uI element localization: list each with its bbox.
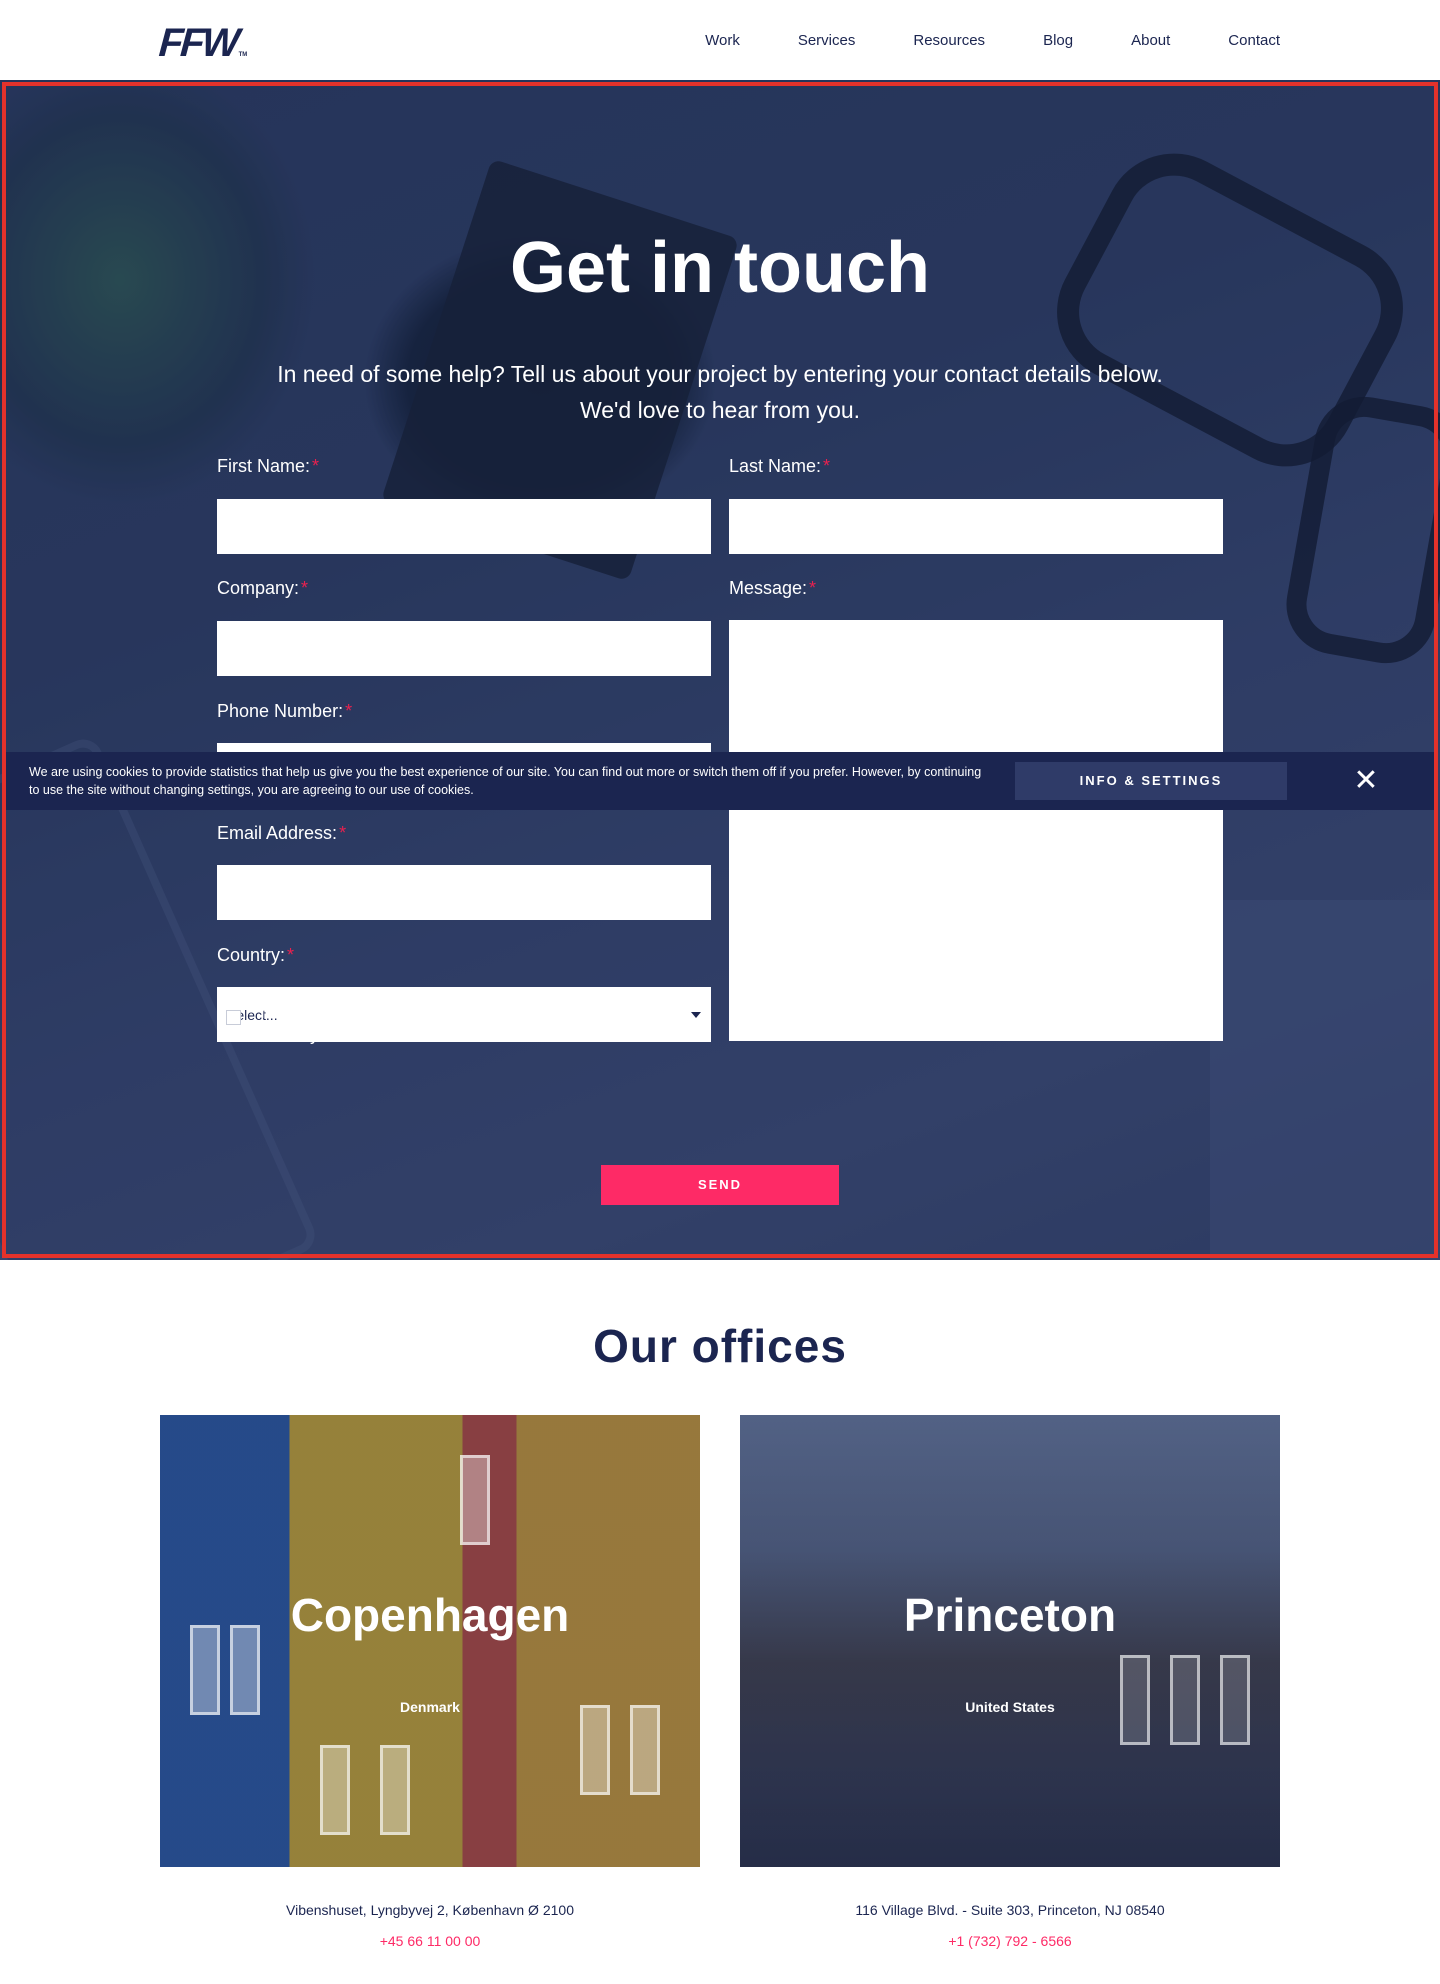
logo-text: FFW (157, 21, 239, 65)
first-name-label: First Name: * (217, 456, 320, 476)
subtitle-line-2: We'd love to hear from you. (579, 397, 861, 423)
office-card-copenhagen[interactable]: Copenhagen Denmark (160, 1415, 700, 1867)
nav-about-link[interactable]: About (1131, 31, 1170, 51)
office-phone[interactable]: +45 66 11 00 00 (160, 1932, 700, 1950)
main-nav: Work Services Resources Blog About Conta… (647, 31, 1280, 51)
subtitle-line-1: In need of some help? Tell us about your… (277, 361, 1163, 387)
message-label: Message: * (729, 578, 817, 598)
message-textarea[interactable] (729, 620, 1223, 1041)
company-input[interactable] (217, 621, 711, 676)
office-city: Princeton (903, 1589, 1117, 1641)
send-button[interactable]: SEND (601, 1165, 839, 1205)
page-title: Get in touch (510, 228, 930, 308)
office-country: United States (965, 1699, 1055, 1715)
window-decoration (380, 1745, 410, 1835)
company-label: Company: * (217, 578, 309, 598)
nav-blog-link[interactable]: Blog (1043, 31, 1073, 51)
window-decoration (320, 1745, 350, 1835)
cookies-notice-link[interactable]: Cookies notice (359, 1024, 477, 1044)
privacy-link[interactable]: Privacy (260, 1024, 319, 1044)
country-label: Country: * (217, 945, 295, 965)
office-country: Denmark (400, 1699, 460, 1715)
consent-checkbox[interactable] (226, 1010, 241, 1025)
nav-resources-link[interactable]: Resources (913, 31, 985, 51)
window-decoration (580, 1705, 610, 1795)
ffw-logo[interactable]: FFW TM (157, 21, 248, 65)
offices-title: Our offices (593, 1320, 847, 1372)
contact-hero: Get in touch In need of some help? Tell … (0, 80, 1440, 1260)
nav-work-link[interactable]: Work (705, 31, 740, 51)
window-decoration (460, 1455, 490, 1545)
first-name-input[interactable] (217, 499, 711, 554)
email-input[interactable] (217, 865, 711, 920)
hero-content: Get in touch In need of some help? Tell … (0, 80, 1440, 1260)
terms-link[interactable]: Terms & Conditions (491, 1002, 647, 1022)
cookie-settings-button[interactable]: INFO & SETTINGS (1015, 762, 1287, 800)
nav-services-link[interactable]: Services (798, 31, 856, 51)
site-header: FFW TM Work Services Resources Blog Abou… (0, 0, 1440, 80)
close-icon[interactable]: ✕ (1351, 766, 1381, 796)
nav-contact-link[interactable]: Contact (1228, 31, 1280, 51)
consent-required-mark: * (698, 1001, 705, 1018)
cookie-text: We are using cookies to provide statisti… (29, 765, 982, 797)
office-address: Vibenshuset, Lyngbyvej 2, København Ø 21… (286, 1902, 574, 1918)
phone-label: Phone Number: * (217, 701, 353, 721)
office-phone[interactable]: +1 (732) 792 - 6566 (740, 1932, 1280, 1950)
consent-text: I have read and agree to the Terms & Con… (260, 1002, 682, 1044)
office-city: Copenhagen (290, 1589, 570, 1641)
office-address: 116 Village Blvd. - Suite 303, Princeton… (855, 1902, 1165, 1918)
page-subtitle: In need of some help? Tell us about your… (200, 356, 1240, 428)
window-decoration (630, 1705, 660, 1795)
email-label: Email Address: * (217, 823, 347, 843)
office-card-princeton[interactable]: Princeton United States (740, 1415, 1280, 1867)
cookie-banner: We are using cookies to provide statisti… (6, 752, 1434, 810)
last-name-label: Last Name: * (729, 456, 831, 476)
logo-trademark: TM (238, 52, 248, 58)
last-name-input[interactable] (729, 499, 1223, 554)
